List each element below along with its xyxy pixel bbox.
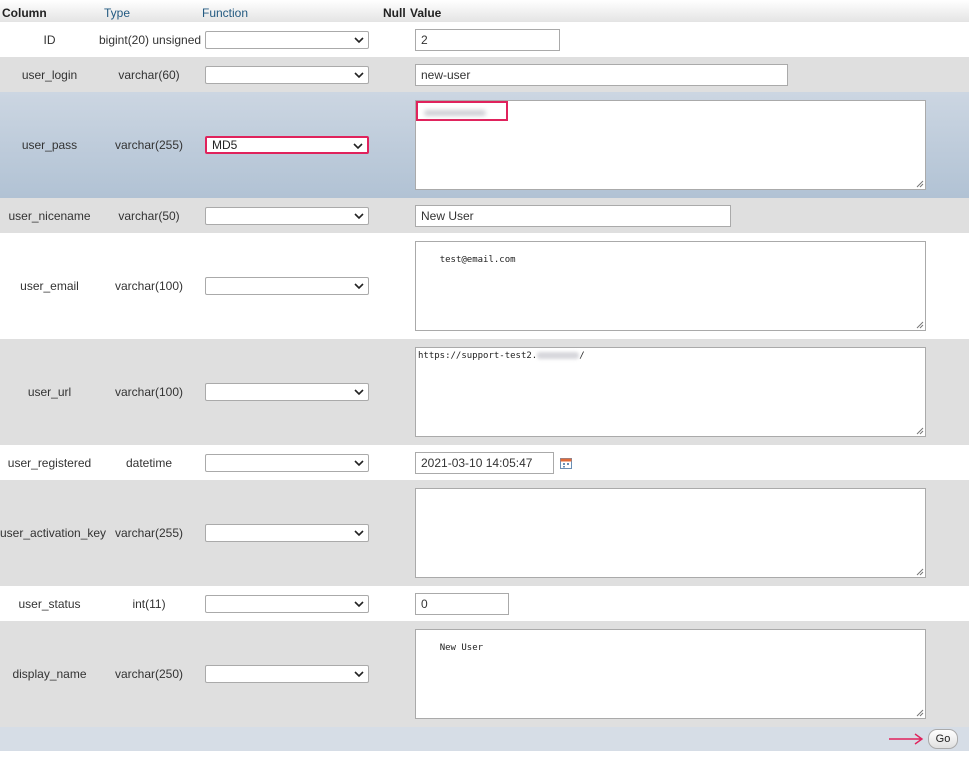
column-type: varchar(255) [114, 526, 184, 540]
table-header: Column Type Function Null Value [0, 0, 969, 22]
table-row-user-status: user_status int(11) 0 [0, 586, 969, 621]
column-name: display_name [12, 667, 87, 681]
column-type: varchar(50) [118, 208, 180, 223]
table-row-user-url: user_url varchar(100) https://support-te… [0, 339, 969, 445]
column-type: int(11) [132, 596, 166, 611]
chevron-down-icon [354, 212, 364, 219]
table-row-user-login: user_login varchar(60) new-user [0, 57, 969, 92]
column-name: user_nicename [8, 208, 91, 223]
table-row-user-pass: user_pass varchar(255) MD5 [0, 92, 969, 198]
value-textarea[interactable]: test@email.com [415, 241, 926, 331]
chevron-down-icon [354, 600, 364, 607]
function-select[interactable] [205, 594, 369, 613]
table-row-id: ID bigint(20) unsigned 2 [0, 22, 969, 57]
chevron-down-icon [354, 459, 364, 466]
chevron-down-icon [354, 671, 364, 678]
column-type: varchar(250) [114, 667, 184, 681]
redacted-domain [537, 352, 580, 359]
table-row-user-email: user_email varchar(100) test@email.com [0, 233, 969, 339]
function-select[interactable] [205, 383, 369, 401]
column-type: varchar(100) [114, 385, 184, 399]
arrow-right-icon [889, 733, 924, 745]
column-type: varchar(255) [114, 138, 184, 152]
column-type: varchar(100) [114, 279, 184, 293]
value-textarea[interactable] [415, 100, 926, 190]
redacted-password [424, 110, 486, 116]
resize-grip-icon[interactable] [916, 709, 924, 717]
value-input[interactable]: new-user [415, 63, 788, 86]
resize-grip-icon[interactable] [916, 427, 924, 435]
value-textarea[interactable] [415, 488, 926, 578]
column-name: user_email [20, 279, 79, 293]
header-null: Null [383, 6, 406, 20]
column-name: user_status [18, 596, 81, 611]
chevron-down-icon [354, 283, 364, 290]
resize-grip-icon[interactable] [916, 321, 924, 329]
column-type: bigint(20) unsigned [99, 32, 202, 47]
table-row-user-activation-key: user_activation_key varchar(255) [0, 480, 969, 586]
column-name: ID [43, 32, 56, 47]
header-value: Value [410, 6, 442, 20]
datetime-input[interactable]: 2021-03-10 14:05:47 [415, 451, 554, 474]
chevron-down-icon [354, 530, 364, 537]
column-name: user_login [21, 67, 78, 82]
value-input[interactable]: 0 [415, 592, 509, 615]
function-select[interactable] [205, 453, 369, 472]
function-select[interactable] [205, 524, 369, 542]
function-select[interactable] [205, 665, 369, 683]
table-row-display-name: display_name varchar(250) New User [0, 621, 969, 727]
column-name: user_pass [21, 138, 78, 152]
value-textarea[interactable]: https://support-test2. / [415, 347, 926, 437]
chevron-down-icon [354, 36, 364, 43]
value-input[interactable]: 2 [415, 28, 560, 51]
column-name: user_url [27, 385, 72, 399]
column-type: varchar(60) [118, 67, 180, 82]
chevron-down-icon [354, 71, 364, 78]
column-name: user_activation_key [0, 526, 107, 540]
table-row-user-registered: user_registered datetime 2021-03-10 14:0… [0, 445, 969, 480]
function-select[interactable] [205, 65, 369, 84]
value-textarea[interactable]: New User [415, 629, 926, 719]
header-function[interactable]: Function [202, 6, 248, 20]
chevron-down-icon [354, 389, 364, 396]
column-name: user_registered [7, 455, 92, 470]
function-select-md5[interactable]: MD5 [205, 136, 369, 154]
go-button[interactable]: Go [928, 729, 958, 749]
resize-grip-icon[interactable] [916, 568, 924, 576]
header-type[interactable]: Type [104, 6, 130, 20]
function-select[interactable] [205, 277, 369, 295]
calendar-icon[interactable] [560, 457, 572, 469]
function-select[interactable] [205, 30, 369, 49]
column-type: datetime [125, 455, 173, 470]
function-select[interactable] [205, 206, 369, 225]
form-footer [0, 727, 969, 751]
chevron-down-icon [353, 143, 363, 150]
password-highlight [416, 101, 508, 121]
resize-grip-icon[interactable] [916, 180, 924, 188]
table-row-user-nicename: user_nicename varchar(50) New User [0, 198, 969, 233]
value-input[interactable]: New User [415, 204, 731, 227]
header-column: Column [2, 6, 47, 20]
